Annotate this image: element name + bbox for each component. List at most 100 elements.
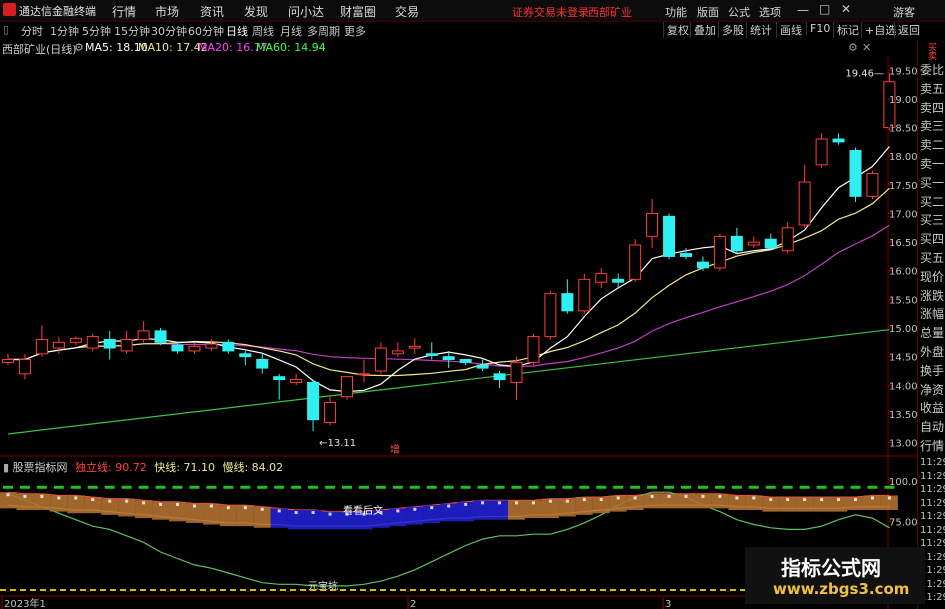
minimize-icon[interactable]: —	[797, 3, 809, 17]
mark-button[interactable]: 标记	[833, 22, 859, 38]
period-tab-5min[interactable]: 5分钟	[82, 23, 111, 39]
indicator-dot	[820, 498, 824, 502]
price-tick-label: 16.50	[889, 238, 917, 249]
period-tab-timeshare[interactable]: 分时	[21, 23, 43, 39]
period-tab-15min[interactable]: 15分钟	[114, 23, 150, 39]
indicator-top-dash	[53, 485, 64, 489]
side-item[interactable]: 收益	[920, 399, 944, 416]
menu-item-options[interactable]: 选项	[759, 4, 781, 20]
multi-stock-button[interactable]: 多股	[718, 22, 744, 38]
close-icon[interactable]: ✕	[841, 2, 851, 16]
period-tab-1min[interactable]: 1分钟	[50, 23, 79, 39]
side-item[interactable]: 买一	[920, 174, 944, 191]
period-tab-60min[interactable]: 60分钟	[188, 23, 224, 39]
draw-line-button[interactable]: 画线	[776, 22, 802, 38]
side-item[interactable]: 总量	[920, 324, 944, 341]
price-tick-label: 13.50	[889, 410, 917, 421]
side-item[interactable]: 卖一	[920, 155, 944, 172]
restore-icon[interactable]: □	[819, 2, 830, 16]
price-tick-label: 19.50	[889, 66, 917, 77]
indicator-dot	[803, 498, 807, 502]
indicator-top-dash	[342, 485, 352, 489]
side-item[interactable]: 买五	[920, 249, 944, 266]
candle-down	[307, 381, 320, 421]
menu-item-formula[interactable]: 公式	[728, 4, 750, 20]
side-item[interactable]: 外盘	[920, 343, 944, 360]
stats-button[interactable]: 统计	[746, 22, 772, 38]
menu-item-markets[interactable]: 市场	[155, 3, 179, 20]
side-item[interactable]: 委比	[920, 61, 944, 78]
side-item[interactable]: 买三	[920, 211, 944, 228]
candle-up	[544, 293, 557, 338]
indicator-top-dash	[647, 485, 658, 489]
candle-up	[815, 138, 828, 166]
menu-item-market[interactable]: 行情	[112, 3, 136, 20]
side-item[interactable]: 买二	[920, 193, 944, 210]
indicator-dot	[176, 502, 179, 506]
back-button[interactable]: 返回	[894, 22, 920, 38]
kline-chart[interactable]: 19.50 19.00 18.50 18.00 17.50 17.00 16.50 16.00…	[0, 56, 917, 609]
side-item[interactable]: 卖三	[920, 117, 944, 134]
guest-button[interactable]: 游客	[893, 4, 915, 20]
indicator-toggle-icon[interactable]: ▮	[3, 461, 9, 474]
expand-icon[interactable]: ✕	[862, 41, 871, 54]
ma60-value: MA60: 14.94	[256, 41, 326, 54]
period-tab-30min[interactable]: 30分钟	[151, 23, 187, 39]
indicator-dot	[447, 504, 451, 508]
menu-item-discover[interactable]: 发现	[244, 3, 268, 20]
indicator-top-dash	[545, 485, 556, 489]
period-tab-daily[interactable]: 日线	[226, 23, 248, 39]
indicator-top-dash	[19, 485, 30, 489]
side-time: 11:29	[920, 484, 945, 495]
indicator-top-dash	[121, 485, 132, 489]
side-item[interactable]: 卖五	[920, 80, 944, 97]
indicator-dot	[6, 493, 10, 497]
menu-item-ask[interactable]: 问小达	[288, 3, 324, 20]
indicator-dot	[548, 499, 552, 503]
menu-item-wealth[interactable]: 财富圈	[340, 3, 376, 20]
menu-item-layout[interactable]: 版面	[697, 4, 719, 20]
indicator-top-dash	[206, 485, 217, 489]
indicator-dot	[481, 501, 485, 505]
period-tab-monthly[interactable]: 月线	[280, 23, 302, 39]
period-tab-multi[interactable]: 多周期	[307, 23, 340, 39]
candle-up	[713, 235, 726, 269]
candle-down	[764, 238, 777, 249]
side-item[interactable]: 买四	[920, 230, 944, 247]
candle-down	[273, 376, 286, 381]
side-item[interactable]: 涨跌	[920, 287, 944, 304]
menu-item-news[interactable]: 资讯	[200, 3, 224, 20]
settings-icon[interactable]: ⚙	[848, 41, 858, 54]
menu-item-trade[interactable]: 交易	[395, 3, 419, 20]
candle-up	[595, 273, 608, 283]
period-tab-more[interactable]: 更多	[344, 23, 366, 39]
price-tick-label: 15.00	[889, 324, 917, 335]
indicator-top-dash	[596, 485, 607, 489]
indicator-dot	[226, 506, 230, 510]
add-favorite-button[interactable]: +自选	[861, 22, 896, 38]
side-item[interactable]: 卖四	[920, 99, 944, 116]
adjust-button[interactable]: 复权	[663, 22, 689, 38]
indicator-dot	[837, 498, 841, 502]
indicator-dot	[294, 511, 298, 514]
side-item[interactable]: 行情	[920, 437, 944, 454]
indicator-dot	[650, 494, 654, 498]
menu-item-function[interactable]: 功能	[665, 4, 687, 20]
indicator-top-dash	[257, 485, 268, 489]
indicator-dot	[142, 501, 146, 505]
side-item[interactable]: 涨幅	[920, 305, 944, 322]
side-item[interactable]: 净资	[920, 381, 944, 398]
side-item[interactable]: 自动	[920, 418, 944, 435]
side-item[interactable]: 现价	[920, 268, 944, 285]
settings-gear-icon[interactable]: ⚙	[74, 41, 84, 54]
candle-up	[357, 373, 370, 376]
period-tab-weekly[interactable]: 周线	[252, 23, 274, 39]
overlay-button[interactable]: 叠加	[690, 22, 716, 38]
side-item[interactable]: 换手	[920, 362, 944, 379]
toolbar-toggle-icon[interactable]: ▯	[3, 23, 9, 36]
side-item[interactable]: 卖二	[920, 136, 944, 153]
trade-login-notice[interactable]: 证券交易未登录	[512, 4, 589, 20]
f10-button[interactable]: F10	[806, 22, 830, 35]
indicator-name[interactable]: 股票指标网	[13, 461, 68, 474]
candle-up	[86, 336, 99, 349]
